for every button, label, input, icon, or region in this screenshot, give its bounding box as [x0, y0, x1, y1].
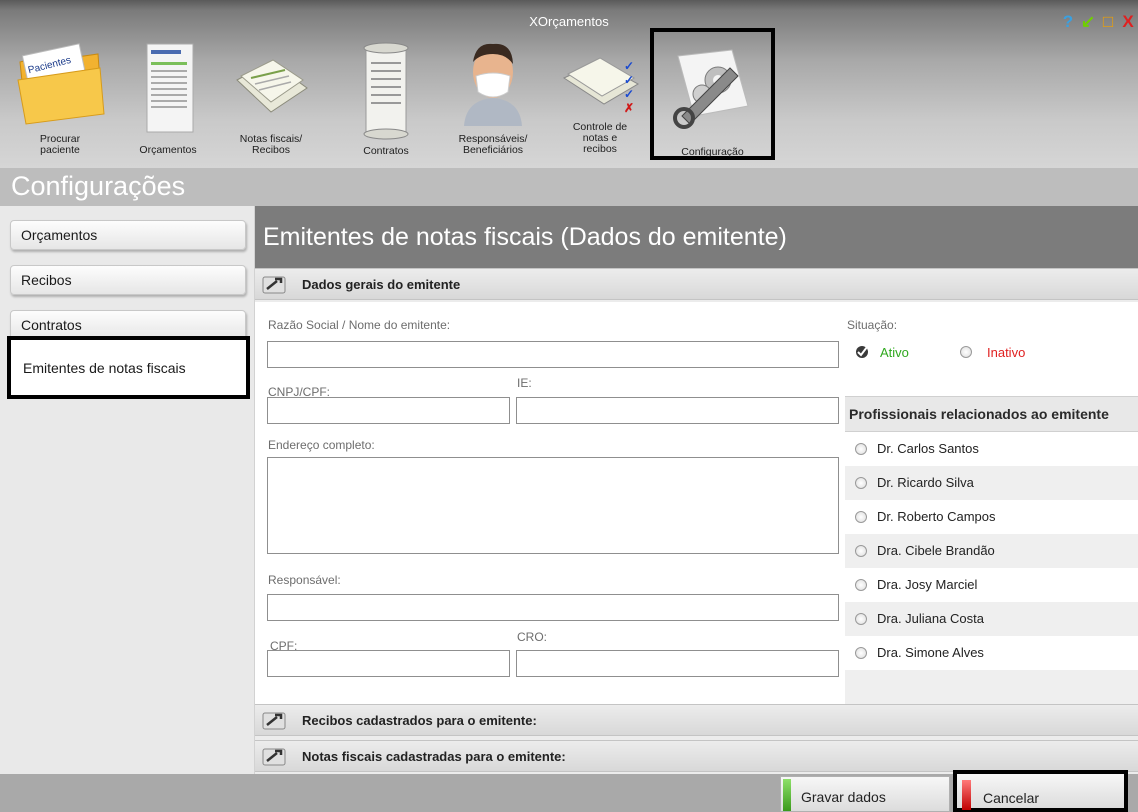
patient-folder-icon: Pacientes: [17, 43, 105, 125]
toolbar-notas-fiscais-button[interactable]: Notas fiscais/ Recibos: [226, 40, 316, 165]
page-title: Configurações: [0, 168, 1138, 206]
unchecked-radio-icon: [960, 346, 972, 358]
toolbar-procurar-label-2: paciente: [40, 144, 80, 156]
endereco-textarea[interactable]: [267, 457, 839, 554]
radio-icon: [855, 545, 867, 557]
section-recibos[interactable]: Recibos cadastrados para o emitente:: [255, 704, 1138, 736]
toolbar-responsaveis-label-2: Beneficiários: [462, 144, 524, 156]
toolbar-notas-label-2: Recibos: [252, 144, 290, 156]
radio-icon: [855, 477, 867, 489]
toolbar-orcamentos-label: Orçamentos: [139, 144, 197, 156]
checklist-icon: ✓ ✓ ✓ ✗: [562, 57, 640, 115]
minimize-icon[interactable]: ↙: [1080, 12, 1096, 32]
section-recibos-title: Recibos cadastrados para o emitente:: [302, 713, 537, 728]
profissional-name: Dra. Josy Marciel: [877, 577, 978, 592]
section-notas-fiscais[interactable]: Notas fiscais cadastradas para o emitent…: [255, 740, 1138, 772]
sidebar-item-recibos[interactable]: Recibos: [10, 265, 246, 295]
ribbon-toolbar: XOrçamentos ? ↙ □ X Pacientes Procurar p…: [0, 0, 1138, 168]
section-notas-title: Notas fiscais cadastradas para o emitent…: [302, 749, 566, 764]
ie-label: IE:: [517, 376, 532, 390]
profissional-name: Dr. Ricardo Silva: [877, 475, 974, 490]
profissional-name: Dr. Roberto Campos: [877, 509, 996, 524]
profissional-name: Dra. Simone Alves: [877, 645, 984, 660]
settings-tools-icon: [673, 49, 749, 129]
cancel-button[interactable]: Cancelar: [953, 770, 1128, 812]
profissional-name: Dr. Carlos Santos: [877, 441, 979, 456]
svg-text:✓: ✓: [624, 87, 634, 101]
maximize-icon[interactable]: □: [1100, 12, 1116, 32]
profissional-name: Dra. Juliana Costa: [877, 611, 984, 626]
toolbar-orcamentos-button[interactable]: Orçamentos: [118, 40, 218, 165]
wrench-icon: [262, 276, 286, 294]
responsavel-input[interactable]: [267, 594, 839, 621]
radio-icon: [855, 443, 867, 455]
list-item[interactable]: Dra. Simone Alves: [845, 636, 1138, 670]
toolbar-configuracao-label: Configuração: [681, 146, 744, 158]
list-item[interactable]: Dr. Ricardo Silva: [845, 466, 1138, 500]
toolbar-configuracao-button[interactable]: Configuração: [650, 28, 775, 160]
section-dados-gerais-title: Dados gerais do emitente: [302, 277, 461, 292]
app-window: XOrçamentos ? ↙ □ X Pacientes Procurar p…: [0, 0, 1138, 812]
sidebar-item-emitentes-label: Emitentes de notas fiscais: [23, 360, 186, 376]
close-icon[interactable]: X: [1120, 12, 1136, 32]
help-icon[interactable]: ?: [1060, 12, 1076, 32]
app-title: XOrçamentos: [529, 14, 609, 29]
toolbar-controle-label-3: recibos: [583, 143, 617, 155]
radio-icon: [855, 613, 867, 625]
situacao-ativo-label: Ativo: [880, 345, 909, 360]
toolbar-procurar-paciente-button[interactable]: Pacientes Procurar paciente: [10, 40, 110, 165]
window-controls: ? ↙ □ X: [1060, 12, 1136, 32]
svg-text:✗: ✗: [624, 101, 634, 115]
sidebar-item-emitentes[interactable]: Emitentes de notas fiscais: [7, 336, 250, 399]
wrench-icon: [262, 748, 286, 766]
main-header: Emitentes de notas fiscais (Dados do emi…: [255, 206, 1138, 268]
radio-icon: [855, 647, 867, 659]
toolbar-responsaveis-button[interactable]: Responsáveis/ Beneficiários: [438, 40, 548, 165]
razao-social-label: Razão Social / Nome do emitente:: [268, 318, 451, 332]
invoices-icon: [236, 59, 308, 113]
cnpj-input[interactable]: [267, 397, 510, 424]
svg-text:✓: ✓: [624, 73, 634, 87]
contract-scroll-icon: [363, 42, 409, 140]
section-dados-gerais[interactable]: Dados gerais do emitente: [255, 268, 1138, 300]
radio-icon: [855, 511, 867, 523]
checked-radio-icon: [856, 346, 868, 358]
cpf-input[interactable]: [267, 650, 510, 677]
footer-left: [0, 774, 255, 812]
toolbar-controle-button[interactable]: ✓ ✓ ✓ ✗ Controle de notas e recibos: [555, 40, 645, 165]
situacao-label: Situação:: [847, 318, 898, 332]
situacao-inativo-label: Inativo: [987, 345, 1026, 360]
cro-label: CRO:: [517, 630, 547, 644]
cro-input[interactable]: [516, 650, 839, 677]
dentist-person-icon: [464, 43, 522, 126]
profissional-name: Dra. Cibele Brandão: [877, 543, 995, 558]
radio-icon: [855, 579, 867, 591]
save-button[interactable]: Gravar dados: [780, 776, 950, 812]
toolbar-contratos-button[interactable]: Contratos: [346, 40, 426, 165]
situacao-inativo-option[interactable]: Inativo: [960, 344, 1040, 362]
situacao-ativo-option[interactable]: Ativo: [855, 344, 925, 362]
endereco-label: Endereço completo:: [268, 438, 375, 452]
profissionais-header: Profissionais relacionados ao emitente: [845, 396, 1138, 432]
responsavel-label: Responsável:: [268, 573, 341, 587]
svg-text:✓: ✓: [624, 59, 634, 73]
list-item[interactable]: Dra. Josy Marciel: [845, 568, 1138, 602]
list-item[interactable]: Dra. Juliana Costa: [845, 602, 1138, 636]
toolbar-contratos-label: Contratos: [363, 145, 409, 157]
left-sidebar: Orçamentos Recibos Contratos Emitentes d…: [0, 206, 255, 774]
list-item[interactable]: Dr. Carlos Santos: [845, 432, 1138, 466]
list-item[interactable]: Dra. Cibele Brandão: [845, 534, 1138, 568]
profissionais-list: Dr. Carlos Santos Dr. Ricardo Silva Dr. …: [845, 432, 1138, 704]
budget-document-icon: [146, 43, 194, 133]
razao-social-input[interactable]: [267, 341, 839, 368]
wrench-icon: [262, 712, 286, 730]
ie-input[interactable]: [516, 397, 839, 424]
list-item[interactable]: Dr. Roberto Campos: [845, 500, 1138, 534]
sidebar-item-orcamentos[interactable]: Orçamentos: [10, 220, 246, 250]
